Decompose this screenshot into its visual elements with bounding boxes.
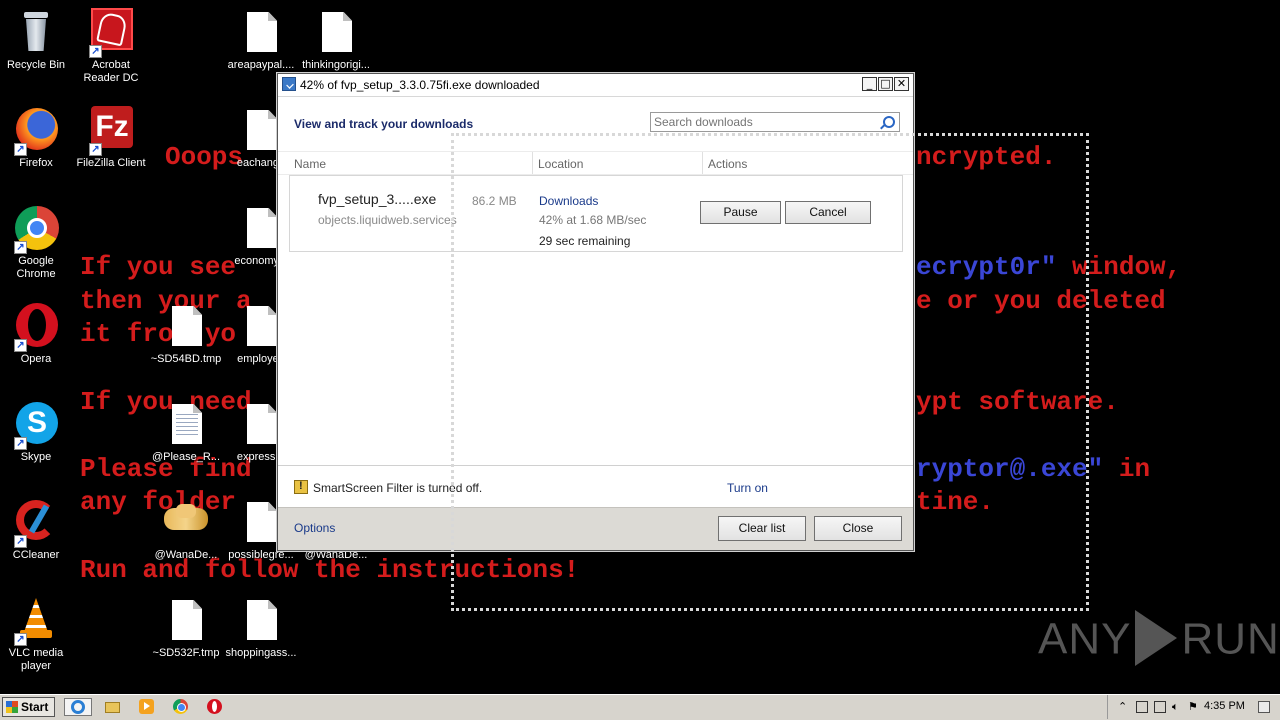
download-manager-window: 42% of fvp_setup_3.3.0.75fi.exe download…	[277, 73, 914, 551]
dialog-footer: Options Clear list Close	[278, 507, 913, 550]
minimize-button[interactable]: _	[862, 77, 877, 91]
column-header-name[interactable]: Name	[294, 157, 326, 171]
ransom-line-2: If you see	[80, 252, 237, 282]
desktop-icon-firefox[interactable]: ↗ Firefox	[0, 106, 74, 170]
shortcut-arrow-icon: ↗	[89, 143, 102, 156]
shortcut-arrow-icon: ↗	[14, 633, 27, 646]
close-button[interactable]: Close	[814, 516, 902, 541]
search-icon[interactable]	[883, 116, 895, 128]
shortcut-arrow-icon: ↗	[14, 241, 27, 254]
ransom-line-5-right: ypt software.	[916, 387, 1119, 417]
file-icon	[162, 596, 210, 644]
opera-icon: ↗	[12, 302, 60, 352]
watermark-left-text: ANY	[1038, 614, 1132, 664]
network-icon[interactable]	[1136, 701, 1148, 713]
column-header-location[interactable]: Location	[538, 157, 583, 171]
download-time-remaining: 29 sec remaining	[539, 234, 631, 248]
window-title: 42% of fvp_setup_3.3.0.75fi.exe download…	[300, 78, 540, 92]
desktop-icon-skype[interactable]: S ↗ Skype	[0, 400, 74, 464]
desktop-icon-chrome[interactable]: ↗ Google Chrome	[0, 204, 74, 281]
text-file-icon	[162, 400, 210, 448]
pause-button[interactable]: Pause	[700, 201, 781, 224]
shortcut-arrow-icon: ↗	[89, 45, 102, 58]
clear-list-button[interactable]: Clear list	[718, 516, 806, 541]
system-tray: ⌃ 🔈︎ ⚑ 4:35 PM	[1107, 695, 1280, 719]
desktop-icon-vlc[interactable]: ↗ VLC media player	[0, 596, 74, 673]
desktop-icon-opera[interactable]: ↗ Opera	[0, 302, 74, 366]
file-explorer-icon[interactable]	[104, 698, 122, 716]
desktop-icon-acrobat[interactable]: ↗ Acrobat Reader DC	[73, 8, 149, 85]
watermark-right-text: RUN	[1181, 614, 1280, 664]
action-center-icon[interactable]	[1154, 701, 1166, 713]
ccleaner-icon: ↗	[12, 498, 60, 548]
media-player-icon[interactable]	[138, 698, 156, 716]
ransom-line-2-right: ecrypt0r" window,	[916, 252, 1182, 282]
search-input[interactable]	[654, 114, 874, 130]
column-header-actions[interactable]: Actions	[708, 157, 747, 171]
ransom-line-3-right: e or you deleted	[916, 286, 1166, 316]
flag-icon[interactable]: ⚑	[1188, 701, 1200, 713]
desktop-icon-recycle-bin[interactable]: Recycle Bin	[0, 8, 74, 72]
download-progress-text: 42% at 1.68 MB/sec	[539, 213, 647, 227]
vlc-icon: ↗	[12, 596, 60, 646]
page-heading: View and track your downloads	[294, 117, 474, 131]
handshake-icon	[162, 498, 210, 546]
ransom-line-7-right: tine.	[916, 487, 995, 517]
desktop-icon-sd54bd[interactable]: ~SD54BD.tmp	[148, 302, 224, 366]
show-hidden-icons-icon[interactable]: ⌃	[1118, 701, 1130, 713]
shortcut-arrow-icon: ↗	[14, 143, 27, 156]
download-location-link[interactable]: Downloads	[539, 194, 598, 208]
firefox-icon: ↗	[12, 106, 60, 156]
desktop-icon-areapaypal[interactable]: areapaypal....	[223, 8, 299, 72]
ransom-line-1-right: ncrypted.	[916, 142, 1057, 172]
search-box	[650, 112, 900, 132]
desktop-icon-thinkingorigi[interactable]: thinkingorigi...	[298, 8, 374, 72]
smartscreen-bar: SmartScreen Filter is turned off. Turn o…	[278, 465, 913, 508]
play-logo-icon	[1135, 610, 1178, 666]
filezilla-icon: Fz ↗	[87, 106, 135, 156]
file-icon	[162, 302, 210, 350]
download-file-size: 86.2 MB	[472, 194, 517, 208]
internet-explorer-icon[interactable]	[64, 698, 92, 716]
opera-taskbar-icon[interactable]	[206, 698, 224, 716]
acrobat-icon: ↗	[87, 8, 135, 58]
windows-logo-icon	[6, 701, 18, 713]
show-desktop-icon[interactable]	[1258, 701, 1270, 713]
download-item[interactable]: fvp_setup_3.....exe 86.2 MB objects.liqu…	[289, 175, 903, 252]
chrome-icon: ↗	[12, 204, 60, 254]
file-icon	[312, 8, 360, 56]
desktop-icon-ccleaner[interactable]: ↗ CCleaner	[0, 498, 74, 562]
desktop-icon-sd532f[interactable]: ~SD532F.tmp	[148, 596, 224, 660]
taskbar: Start ⌃ 🔈︎ ⚑ 4:35 PM	[0, 694, 1280, 720]
skype-icon: S ↗	[12, 400, 60, 450]
download-source-host: objects.liquidweb.services	[318, 213, 457, 227]
download-file-name: fvp_setup_3.....exe	[318, 191, 437, 207]
desktop-icon-filezilla[interactable]: Fz ↗ FileZilla Client	[73, 106, 149, 170]
turn-on-smartscreen-link[interactable]: Turn on	[727, 481, 768, 495]
desktop-icon-please-read[interactable]: @Please_R...	[148, 400, 224, 464]
shortcut-arrow-icon: ↗	[14, 339, 27, 352]
close-window-button[interactable]: ✕	[894, 77, 909, 91]
anyrun-watermark: ANY RUN	[1038, 610, 1280, 670]
options-link[interactable]: Options	[294, 521, 335, 535]
start-button[interactable]: Start	[2, 697, 55, 717]
chrome-taskbar-icon[interactable]	[172, 698, 190, 716]
smartscreen-warning-icon	[294, 480, 308, 494]
title-bar[interactable]: 42% of fvp_setup_3.3.0.75fi.exe download…	[278, 74, 913, 97]
recycle-bin-icon	[12, 8, 60, 56]
clock[interactable]: 4:35 PM	[1204, 700, 1245, 712]
shortcut-arrow-icon: ↗	[14, 535, 27, 548]
volume-icon[interactable]: 🔈︎	[1172, 701, 1184, 713]
shortcut-arrow-icon: ↗	[14, 437, 27, 450]
file-icon	[237, 596, 285, 644]
desktop-icon-shoppingass[interactable]: shoppingass...	[223, 596, 299, 660]
cancel-button[interactable]: Cancel	[785, 201, 871, 224]
desktop-icon-wanadecryptor[interactable]: @WanaDe...	[148, 498, 224, 562]
maximize-button[interactable]: □	[878, 77, 893, 91]
smartscreen-status-text: SmartScreen Filter is turned off.	[313, 481, 483, 495]
ransom-line-6-right: ryptor@.exe" in	[916, 454, 1151, 484]
column-header-row: Name Location Actions	[278, 151, 913, 175]
download-app-icon	[282, 77, 296, 91]
file-icon	[237, 8, 285, 56]
